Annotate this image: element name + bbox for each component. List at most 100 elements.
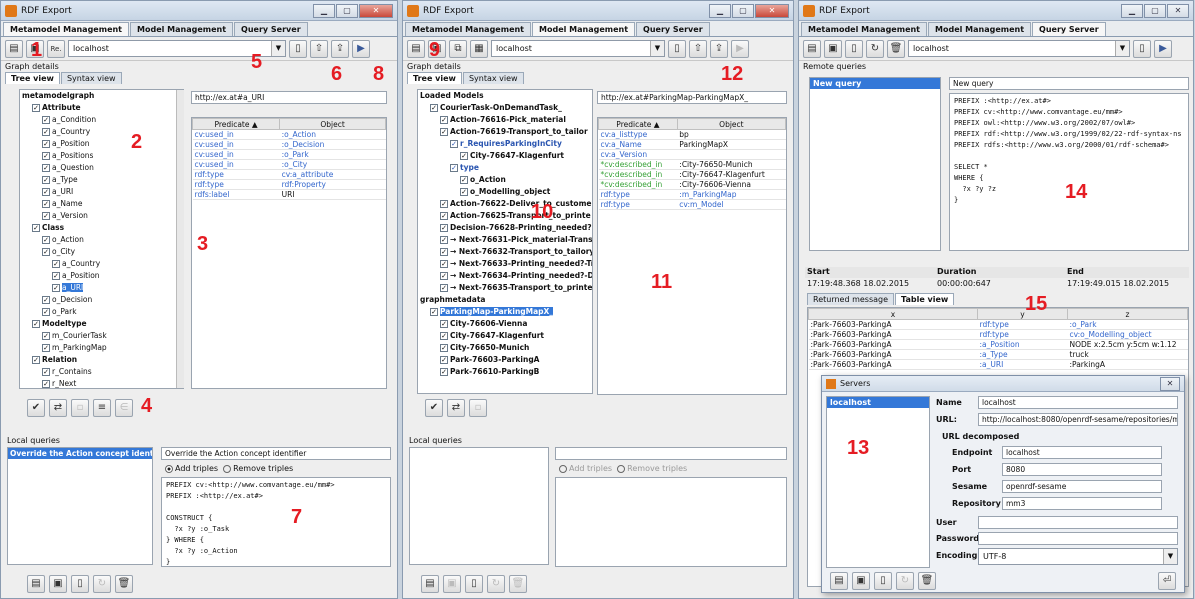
node-checkbox[interactable]: ✓ [52, 260, 60, 268]
node-checkbox[interactable]: ✓ [460, 176, 468, 184]
open-folder-icon[interactable]: ▤ [407, 39, 425, 58]
tree-node[interactable]: ✓ o_Decision [20, 294, 183, 306]
tree-node[interactable]: ✓ → Next-76635-Transport_to_printer- [418, 282, 592, 294]
query-item-new[interactable]: New query [810, 78, 940, 89]
node-checkbox[interactable]: ✓ [440, 260, 448, 268]
tree-node[interactable]: ✓ o_Park [20, 306, 183, 318]
table-row[interactable]: rdf:type cv:m_Model [598, 199, 786, 210]
table-row[interactable]: rdfs:label URI [192, 189, 386, 200]
col-predicate[interactable]: Predicate ▲ [598, 118, 678, 130]
element-of-icon[interactable]: ∈ [115, 399, 133, 417]
toggle-icon[interactable]: ⇄ [447, 399, 465, 417]
node-checkbox[interactable]: ✓ [440, 332, 448, 340]
tree-node[interactable]: ✓ → Next-76634-Printing_needed?-Del [418, 270, 592, 282]
node-checkbox[interactable]: ✓ [440, 212, 448, 220]
tab-model-management[interactable]: Model Management [130, 22, 234, 36]
password-field[interactable] [978, 532, 1178, 545]
tree-node[interactable]: metamodelgraph [20, 90, 183, 102]
col-z[interactable]: z [1067, 308, 1188, 320]
tab-tree-view[interactable]: Tree view [5, 72, 60, 84]
url-field[interactable]: http://localhost:8080/openrdf-sesame/rep… [978, 413, 1178, 426]
tree-node[interactable]: ✓ a_Position [20, 138, 183, 150]
tab-table-view[interactable]: Table view [895, 293, 955, 305]
tree-node[interactable]: ✓ Modeltype [20, 318, 183, 330]
tree-node[interactable]: ✓ → Next-76631-Pick_material-Transp [418, 234, 592, 246]
server-select[interactable]: localhost ▼ [908, 40, 1130, 57]
local-query-list[interactable] [409, 447, 549, 565]
open-folder-icon[interactable]: ▤ [803, 39, 821, 58]
node-checkbox[interactable]: ✓ [32, 224, 40, 232]
maximize-icon[interactable]: ▢ [336, 3, 358, 18]
table-row[interactable]: :Park-76603-ParkingA:a_URI:ParkingA [808, 359, 1188, 370]
table-icon[interactable]: ▦ [470, 39, 488, 58]
table-row[interactable]: :Park-76603-ParkingA rdf:type cv:o_Modelli… [808, 329, 1188, 340]
node-checkbox[interactable]: ✓ [440, 272, 448, 280]
tree-node[interactable]: ✓ Attribute [20, 102, 183, 114]
tree-node[interactable]: ✓ Action-76616-Pick_material [418, 114, 592, 126]
refresh-icon[interactable]: ↻ [487, 575, 505, 593]
node-checkbox[interactable]: ✓ [440, 224, 448, 232]
uri-field[interactable]: http://ex.at#a_URI [191, 91, 387, 104]
delete-icon[interactable]: 🗑 [918, 572, 936, 590]
new-query-icon[interactable]: ▯ [465, 575, 483, 593]
query-name-field[interactable]: New query [949, 77, 1189, 90]
node-checkbox[interactable]: ✓ [42, 152, 50, 160]
open-icon[interactable]: ▤ [830, 572, 848, 590]
tree-node[interactable]: ✓ m_CourierTask [20, 330, 183, 342]
save-icon[interactable]: ▣ [852, 572, 870, 590]
node-checkbox[interactable]: ✓ [440, 116, 448, 124]
metamodel-tree[interactable]: metamodelgraph ✓ Attribute ✓ a_Condition ✓ a_C… [19, 89, 184, 389]
node-checkbox[interactable]: ✓ [42, 308, 50, 316]
tree-node[interactable]: ✓ Decision-76628-Printing_needed? [418, 222, 592, 234]
tab-metamodel-management[interactable]: Metamodel Management [801, 22, 928, 36]
node-checkbox[interactable]: ✓ [42, 176, 50, 184]
table-row[interactable]: *cv:described_in:City-76647-Klagenfurt [598, 169, 786, 180]
node-checkbox[interactable]: ✓ [42, 332, 50, 340]
tab-syntax-view[interactable]: Syntax view [462, 72, 524, 84]
refresh-icon[interactable]: ↻ [93, 575, 111, 593]
tab-model-management[interactable]: Model Management [532, 22, 636, 36]
table-row[interactable]: cv:used_in:o_Park [192, 149, 386, 160]
tree-node[interactable]: ✓ r_RequiresParkingInCity [418, 138, 592, 150]
tree-node[interactable]: ✓ Relation [20, 354, 183, 366]
copy-icon[interactable]: ⧉ [449, 39, 467, 58]
tree-node[interactable]: ✓ Park-76603-ParkingA [418, 354, 592, 366]
node-checkbox[interactable]: ✓ [52, 284, 60, 292]
tree-node[interactable]: ✓ a_Country [20, 258, 183, 270]
tree-node[interactable]: ✓ r_Contains [20, 366, 183, 378]
node-checkbox[interactable]: ✓ [42, 188, 50, 196]
tree-node[interactable]: ✓ Park-76610-ParkingB [418, 366, 592, 378]
table-row[interactable]: *cv:described_in:City-76650-Munich [598, 159, 786, 170]
node-checkbox[interactable]: ✓ [440, 236, 448, 244]
tree-node[interactable]: ✓ o_Action [20, 234, 183, 246]
delete-icon[interactable]: 🗑 [887, 39, 905, 58]
close-icon[interactable]: ✕ [359, 3, 393, 18]
node-checkbox[interactable]: ✓ [42, 368, 50, 376]
tree-node[interactable]: graphmetadata [418, 294, 592, 306]
tree-node[interactable]: ✓ City-76647-Klagenfurt [418, 150, 592, 162]
list-icon[interactable]: ≡ [93, 399, 111, 417]
user-field[interactable] [978, 516, 1178, 529]
tab-metamodel-management[interactable]: Metamodel Management [3, 22, 130, 36]
query-description-field[interactable]: Override the Action concept identifier [161, 447, 391, 460]
delete-icon[interactable]: 🗑 [509, 575, 527, 593]
server-config-icon[interactable]: ▯ [1133, 39, 1151, 58]
node-checkbox[interactable]: ✓ [32, 356, 40, 364]
tree-node[interactable]: ✓ City-76647-Klagenfurt [418, 330, 592, 342]
node-checkbox[interactable]: ✓ [42, 128, 50, 136]
table-row[interactable]: cv:a_Version [598, 149, 786, 160]
server-config-icon[interactable]: ▯ [668, 39, 686, 58]
tree-node[interactable]: ✓ a_Name [20, 198, 183, 210]
node-checkbox[interactable]: ✓ [430, 308, 438, 316]
table-row[interactable]: rdf:type rdf:Property [192, 179, 386, 190]
save-icon[interactable]: ▣ [824, 39, 842, 58]
endpoint-field[interactable]: localhost [1002, 446, 1162, 459]
node-checkbox[interactable]: ✓ [32, 104, 40, 112]
close-icon[interactable]: ✕ [755, 3, 789, 18]
node-checkbox[interactable]: ✓ [42, 344, 50, 352]
maximize-icon[interactable]: ▢ [732, 3, 754, 18]
run-icon[interactable]: ▶ [731, 39, 749, 58]
remove-triples-radio[interactable] [617, 464, 626, 473]
table-row[interactable]: cv:used_in:o_City [192, 159, 386, 170]
remote-query-list[interactable]: New query [809, 77, 941, 251]
